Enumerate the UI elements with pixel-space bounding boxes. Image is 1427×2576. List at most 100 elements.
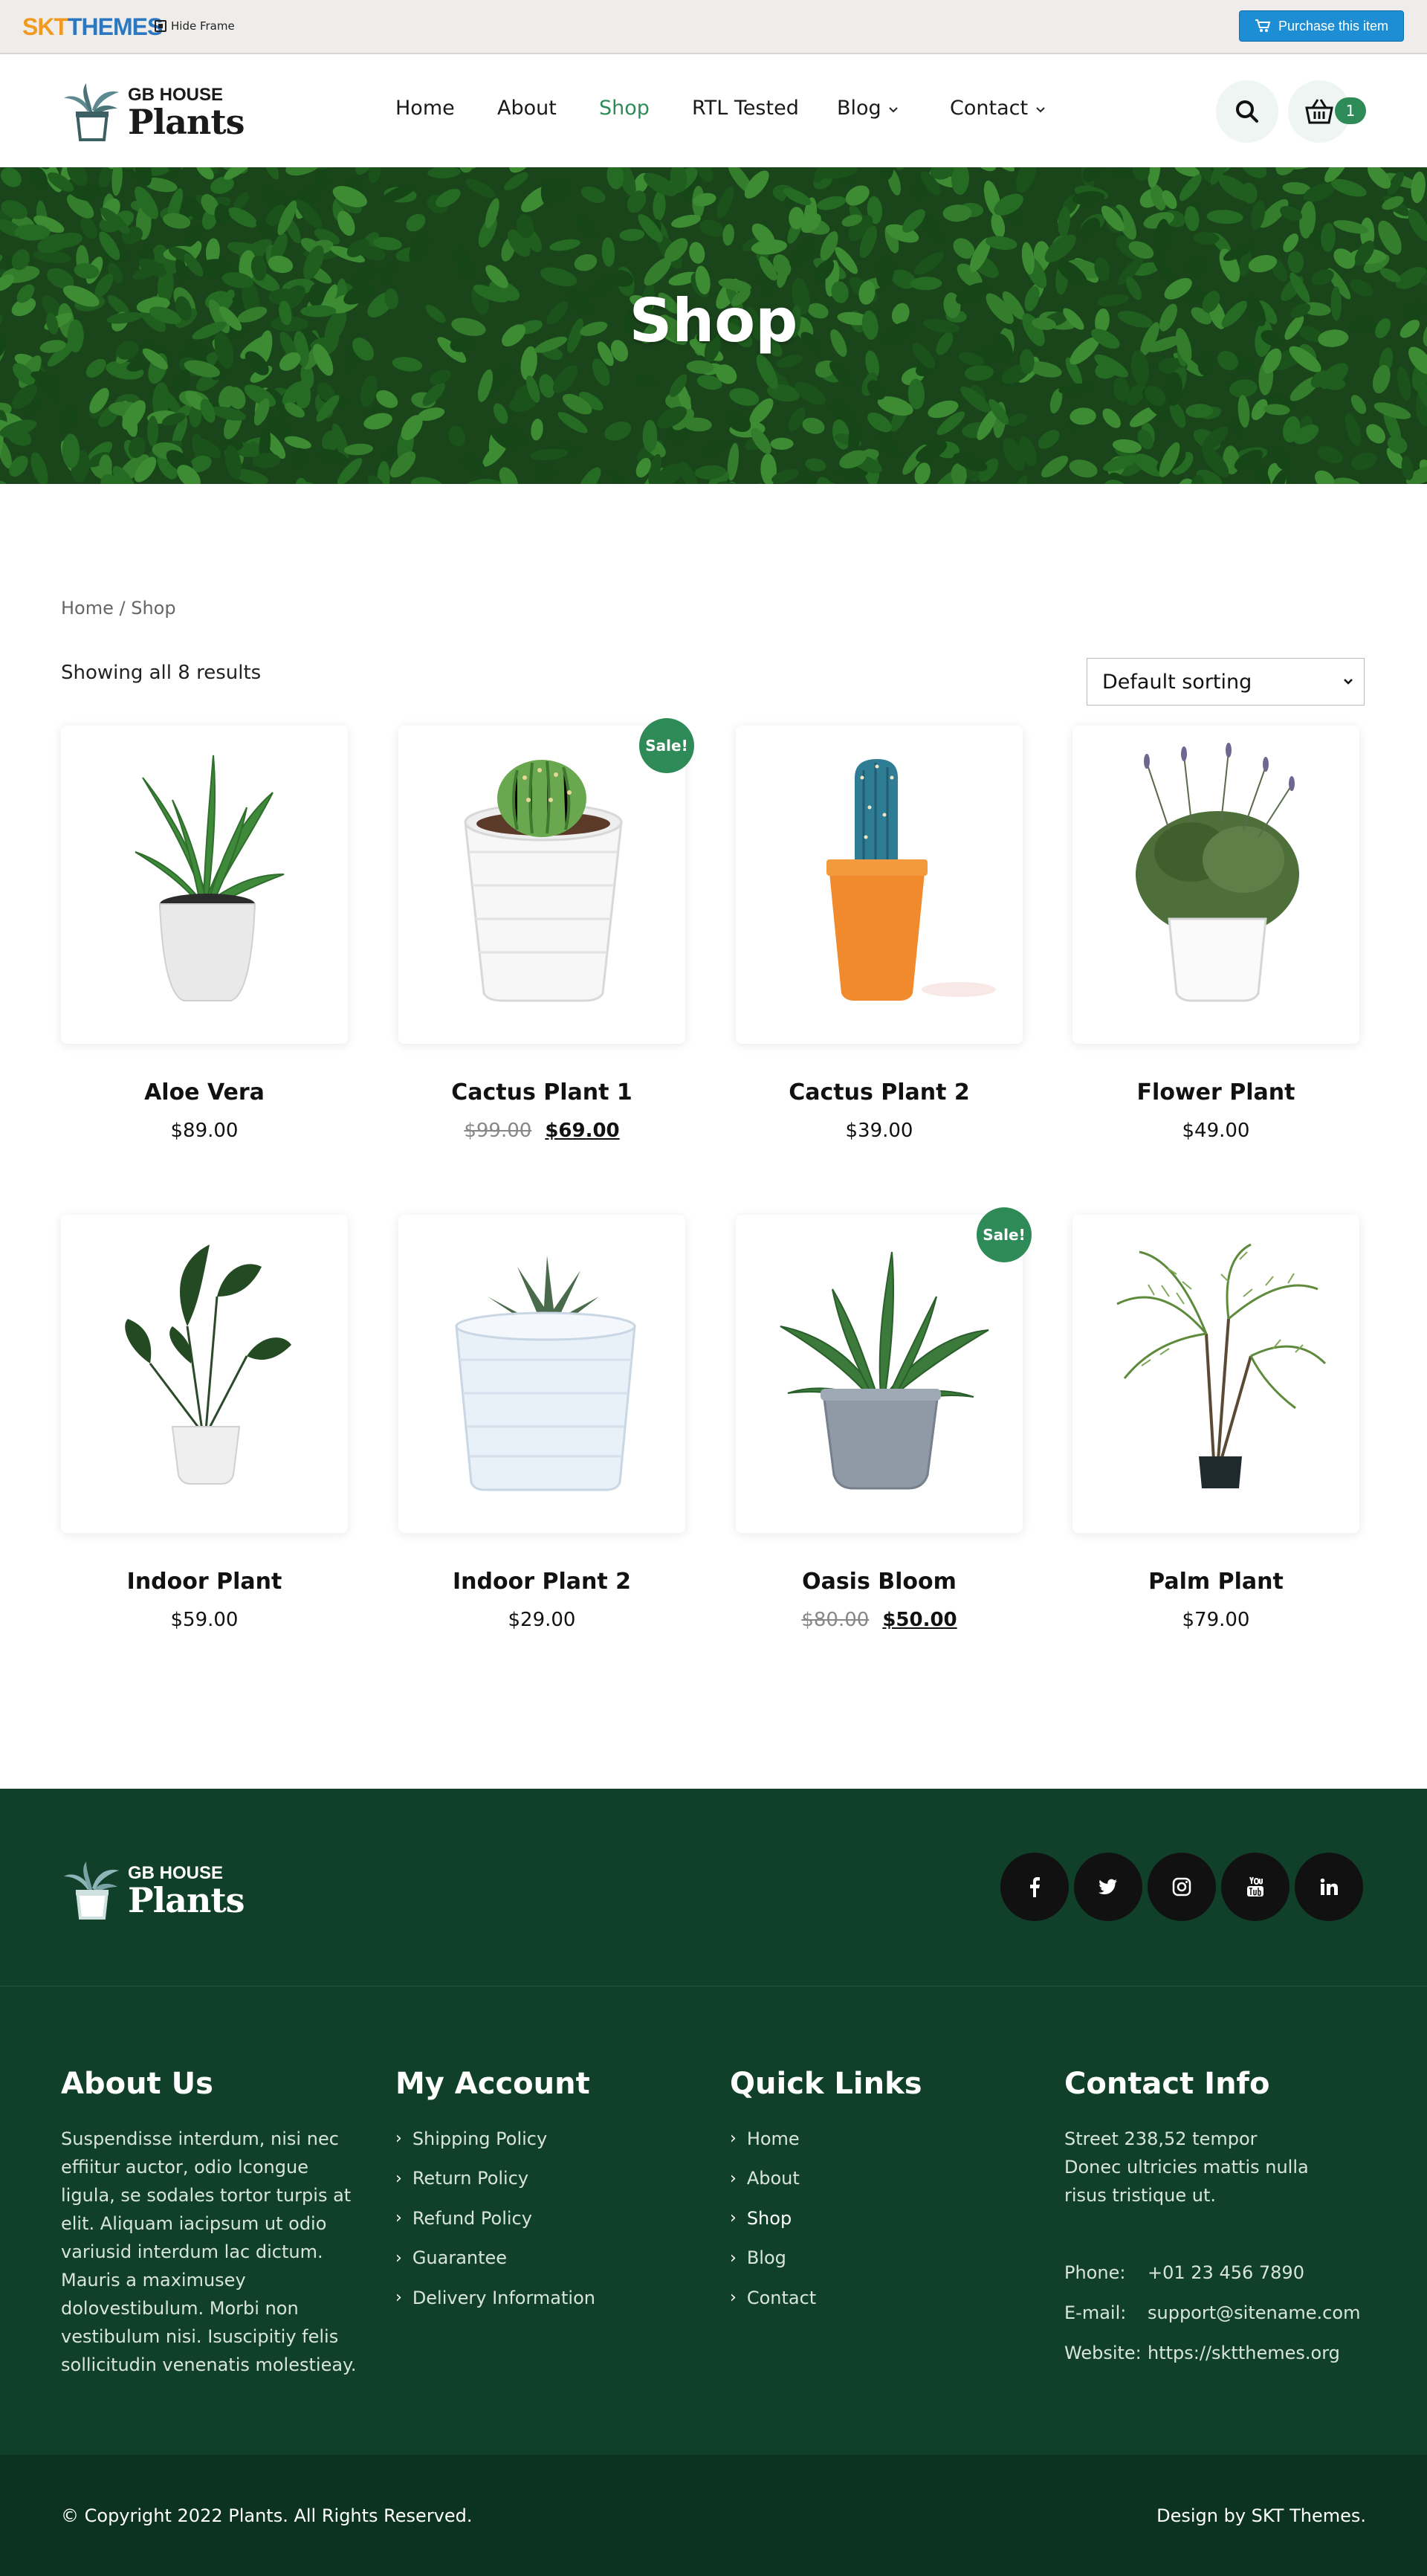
product-name[interactable]: Oasis Bloom bbox=[736, 1569, 1023, 1595]
footer-link-guarantee[interactable]: › Guarantee bbox=[395, 2238, 693, 2279]
chevron-down-icon bbox=[1344, 679, 1353, 685]
product-name[interactable]: Palm Plant bbox=[1072, 1569, 1359, 1595]
product-price: $49.00 bbox=[1072, 1120, 1359, 1142]
contact-label: Website: bbox=[1064, 2343, 1142, 2363]
product-name[interactable]: Aloe Vera bbox=[61, 1079, 348, 1105]
footer-link-label: Contact bbox=[746, 2287, 817, 2308]
nav-contact-label: Contact bbox=[950, 97, 1029, 120]
product-card-palm-plant[interactable] bbox=[1072, 1215, 1359, 1533]
hide-frame-button[interactable]: Hide Frame bbox=[155, 19, 235, 33]
chevron-right-icon: › bbox=[395, 2248, 402, 2267]
product-name[interactable]: Flower Plant bbox=[1072, 1079, 1359, 1105]
breadcrumb: Home / Shop bbox=[61, 598, 176, 619]
logo-line2: Plants bbox=[128, 102, 245, 142]
product-card-flower-plant[interactable] bbox=[1072, 726, 1359, 1044]
footer-heading: Quick Links bbox=[730, 2067, 922, 2101]
nav-rtl-tested[interactable]: RTL Tested bbox=[692, 97, 799, 120]
page-hero-banner: Shop bbox=[0, 167, 1427, 484]
chevron-right-icon: › bbox=[395, 2288, 402, 2308]
cart-icon bbox=[1255, 19, 1271, 32]
product-price: $29.00 bbox=[398, 1609, 685, 1631]
nav-blog-label: Blog bbox=[837, 97, 881, 120]
product-card-indoor-plant[interactable] bbox=[61, 1215, 348, 1533]
contact-email[interactable]: support@sitename.com bbox=[1148, 2302, 1360, 2323]
facebook-button[interactable] bbox=[1000, 1853, 1069, 1921]
product-card-cactus-plant-2[interactable] bbox=[736, 726, 1023, 1044]
flower-plant-image bbox=[1136, 743, 1299, 1002]
footer-link-shop[interactable]: › Shop bbox=[730, 2198, 1027, 2238]
product-card-indoor-plant-2[interactable] bbox=[398, 1215, 685, 1533]
contact-website[interactable]: https://sktthemes.org bbox=[1148, 2343, 1340, 2363]
price-value: $29.00 bbox=[508, 1609, 576, 1631]
product-card-cactus-plant-1[interactable]: Sale! bbox=[398, 718, 694, 1044]
indoor-plant-image bbox=[125, 1245, 291, 1485]
footer-link-label: About bbox=[746, 2168, 800, 2189]
footer-link-shipping-policy[interactable]: › Shipping Policy bbox=[395, 2119, 693, 2159]
footer-link-delivery-information[interactable]: › Delivery Information bbox=[395, 2278, 693, 2318]
product-name[interactable]: Cactus Plant 2 bbox=[736, 1079, 1023, 1105]
footer-logo-line2: Plants bbox=[128, 1880, 245, 1920]
page-title: Shop bbox=[629, 286, 798, 355]
footer-link-about[interactable]: › About bbox=[730, 2159, 1027, 2199]
footer-link-label: Return Policy bbox=[412, 2168, 529, 2189]
youtube-icon bbox=[1247, 1876, 1263, 1897]
sort-select[interactable]: Default sorting bbox=[1087, 658, 1365, 706]
chevron-down-icon bbox=[1035, 107, 1045, 113]
design-credit-link[interactable]: Design by SKT Themes. bbox=[1156, 2505, 1366, 2526]
footer-link-refund-policy[interactable]: › Refund Policy bbox=[395, 2198, 693, 2238]
footer-link-label: Refund Policy bbox=[412, 2207, 532, 2229]
skt-themes-logo[interactable]: SKTTHEMES bbox=[22, 13, 163, 41]
hide-frame-label: Hide Frame bbox=[171, 19, 235, 33]
product-card-oasis-bloom[interactable]: Sale! bbox=[736, 1207, 1032, 1533]
footer-about-column: About Us Suspendisse interdum, nisi nec … bbox=[61, 2067, 358, 2379]
footer-logo[interactable]: GB HOUSE Plants bbox=[61, 1860, 245, 1921]
footer-link-return-policy[interactable]: › Return Policy bbox=[395, 2159, 693, 2199]
footer-link-contact[interactable]: › Contact bbox=[730, 2278, 1027, 2318]
footer-heading: About Us bbox=[61, 2067, 213, 2101]
result-count: Showing all 8 results bbox=[61, 662, 262, 684]
chevron-right-icon: › bbox=[730, 2129, 737, 2149]
chevron-down-icon bbox=[889, 107, 898, 113]
plant-logo-icon bbox=[64, 83, 119, 141]
cart-count-badge: 1 bbox=[1335, 97, 1366, 124]
nav-shop[interactable]: Shop bbox=[599, 97, 650, 120]
footer-link-label: Guarantee bbox=[412, 2247, 508, 2269]
product-name[interactable]: Cactus Plant 1 bbox=[398, 1079, 685, 1105]
search-button[interactable] bbox=[1216, 80, 1278, 143]
instagram-button[interactable] bbox=[1148, 1853, 1216, 1921]
nav-home[interactable]: Home bbox=[395, 97, 455, 120]
nav-blog[interactable]: Blog bbox=[837, 97, 899, 120]
price-value: $49.00 bbox=[1182, 1120, 1250, 1142]
site-logo[interactable]: GB HOUSE Plants bbox=[61, 82, 245, 143]
footer-link-label: Blog bbox=[746, 2247, 786, 2269]
product-price: $99.00 $69.00 bbox=[398, 1120, 685, 1142]
linkedin-icon bbox=[1320, 1878, 1338, 1895]
product-name[interactable]: Indoor Plant 2 bbox=[398, 1569, 685, 1595]
footer-account-column: My Account › Shipping Policy › Return Poli… bbox=[395, 2067, 693, 2318]
twitter-button[interactable] bbox=[1074, 1853, 1142, 1921]
chevron-right-icon: › bbox=[395, 2209, 402, 2228]
contact-phone[interactable]: +01 23 456 7890 bbox=[1148, 2262, 1304, 2283]
footer-link-home[interactable]: › Home bbox=[730, 2119, 1027, 2159]
contact-website-row: Website: https://sktthemes.org bbox=[1064, 2333, 1376, 2373]
breadcrumb-home[interactable]: Home bbox=[61, 598, 114, 619]
youtube-button[interactable] bbox=[1221, 1853, 1290, 1921]
old-price: $80.00 bbox=[801, 1609, 870, 1631]
linkedin-button[interactable] bbox=[1295, 1853, 1363, 1921]
nav-contact[interactable]: Contact bbox=[950, 97, 1046, 120]
footer-link-blog[interactable]: › Blog bbox=[730, 2238, 1027, 2279]
purchase-label: Purchase this item bbox=[1278, 18, 1389, 33]
product-price: $80.00 $50.00 bbox=[736, 1609, 1023, 1631]
price-value: $59.00 bbox=[170, 1609, 239, 1631]
purchase-button[interactable]: Purchase this item bbox=[1239, 10, 1404, 42]
brand-part-a: SKT bbox=[22, 13, 68, 40]
sale-price: $69.00 bbox=[545, 1120, 620, 1142]
product-card-aloe-vera[interactable] bbox=[61, 726, 348, 1044]
nav-about[interactable]: About bbox=[497, 97, 557, 120]
price-value: $89.00 bbox=[170, 1120, 239, 1142]
chevron-right-icon: › bbox=[395, 2169, 402, 2188]
oasis-bloom-image bbox=[780, 1251, 989, 1490]
chevron-right-icon: › bbox=[395, 2129, 402, 2149]
facebook-icon bbox=[1030, 1877, 1040, 1897]
product-name[interactable]: Indoor Plant bbox=[61, 1569, 348, 1595]
